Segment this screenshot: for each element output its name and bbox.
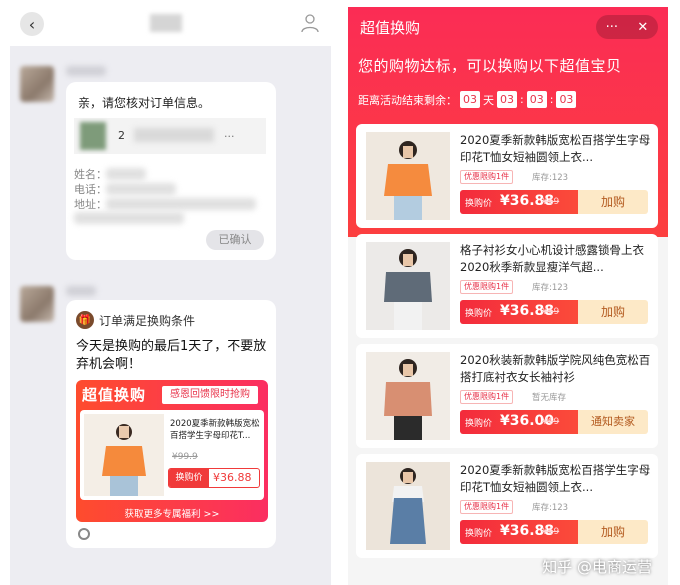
card-price-value: ¥36.88 bbox=[213, 471, 252, 484]
old-price: ¥69 bbox=[542, 307, 560, 317]
gift-icon: 🎁 bbox=[76, 311, 94, 329]
product-number: 2 bbox=[118, 129, 125, 142]
order-confirm-bubble: 亲，请您核对订单信息。 2 ... 姓名： 电话： 地址： 已确认 bbox=[66, 82, 276, 260]
stock-text: 库存:123 bbox=[532, 503, 569, 513]
countdown-day-unit: 天 bbox=[483, 93, 494, 107]
old-price: ¥69 bbox=[542, 197, 560, 207]
countdown-days: 03 bbox=[460, 91, 480, 108]
list-item[interactable]: 2020秋装新款韩版学院风纯色宽松百搭打底衬衣女长袖衬衫 优惠限购1件 暂无库存… bbox=[356, 344, 658, 448]
user-icon[interactable] bbox=[299, 12, 321, 34]
order-product-row[interactable]: 2 ... bbox=[74, 118, 266, 154]
close-icon[interactable]: ✕ bbox=[637, 20, 648, 35]
card-price-label: 换购价 bbox=[169, 469, 209, 487]
card-title: 超值换购 bbox=[82, 386, 147, 404]
offer-card[interactable]: 超值换购 感恩回馈限时抢购 2020夏季新款韩版宽松百搭学生字母印花T... ¥… bbox=[76, 380, 268, 522]
card-product[interactable]: 2020夏季新款韩版宽松百搭学生字母印花T... ¥99.9 换购价 ¥36.8… bbox=[80, 410, 264, 500]
card-product-name: 2020夏季新款韩版宽松百搭学生字母印花T... bbox=[170, 419, 260, 441]
product-thumbnail bbox=[80, 122, 106, 150]
promo-subtitle: 您的购物达标，可以换购以下超值宝贝 bbox=[358, 57, 622, 75]
card-footer-link[interactable]: 获取更多专属福利 >> bbox=[76, 506, 268, 520]
label-name: 姓名： bbox=[74, 168, 107, 181]
countdown-hours: 03 bbox=[497, 91, 517, 108]
chat-header: ‹ bbox=[10, 0, 331, 46]
product-name: 格子衬衫女小心机设计感露锁骨上衣2020秋季新款显瘦洋气超... bbox=[460, 243, 644, 274]
countdown-sep: : bbox=[520, 93, 524, 106]
promo-title: 超值换购 bbox=[360, 19, 421, 37]
product-image bbox=[366, 242, 450, 330]
add-button[interactable]: 加购 bbox=[578, 300, 648, 324]
list-item[interactable]: 2020夏季新款韩版宽松百搭学生字母印花T恤女短袖圆领上衣... 优惠限购1件 … bbox=[356, 124, 658, 228]
old-price: ¥69 bbox=[542, 527, 560, 537]
back-button[interactable]: ‹ bbox=[20, 12, 44, 36]
countdown-prefix: 距离活动结束剩余： bbox=[358, 93, 457, 107]
price-label: 换购价 bbox=[465, 309, 493, 319]
address-value-blurred bbox=[106, 198, 256, 210]
avatar[interactable] bbox=[20, 286, 54, 322]
old-price: ¥69 bbox=[542, 417, 560, 427]
price-label: 换购价 bbox=[465, 529, 493, 539]
price-bar: 换购价 ¥36.88 ¥69 加购 bbox=[460, 300, 648, 324]
promo-panel: 超值换购 ··· ✕ 您的购物达标，可以换购以下超值宝贝 距离活动结束剩余： 0… bbox=[348, 7, 668, 585]
stock-text: 暂无库存 bbox=[532, 393, 567, 403]
product-name: 2020夏季新款韩版宽松百搭学生字母印花T恤女短袖圆领上衣... bbox=[460, 133, 651, 164]
more-icon[interactable]: ··· bbox=[606, 20, 618, 35]
card-price-box: 换购价 ¥36.88 bbox=[168, 468, 260, 488]
countdown-seconds: 03 bbox=[556, 91, 577, 108]
offer-header: 🎁 订单满足换购条件 bbox=[76, 310, 195, 330]
list-item[interactable]: 格子衬衫女小心机设计感露锁骨上衣2020秋季新款显瘦洋气超... 优惠限购1件 … bbox=[356, 234, 658, 338]
product-name-blurred bbox=[134, 128, 214, 142]
offer-message: 今天是换购的最后1天了，不要放弃机会啊！ bbox=[76, 339, 267, 372]
stock-text: 库存:123 bbox=[532, 283, 569, 293]
list-item[interactable]: 2020夏季新款韩版宽松百搭学生字母印花T恤女短袖圆领上衣... 优惠限购1件 … bbox=[356, 454, 658, 558]
sender-name-blurred bbox=[66, 66, 106, 76]
chat-panel: ‹ 亲，请您核对订单信息。 2 ... 姓名： 电话： 地址： 已确认 🎁 订单… bbox=[10, 0, 331, 585]
countdown: 距离活动结束剩余： 03 天 03 : 03 : 03 bbox=[358, 91, 579, 108]
confirmed-button[interactable]: 已确认 bbox=[206, 230, 264, 250]
product-ellipsis: ... bbox=[224, 127, 235, 140]
chevron-left-icon: ‹ bbox=[28, 14, 36, 34]
stock-text: 库存:123 bbox=[532, 173, 569, 183]
price-bar: 换购价 ¥36.88 ¥69 加购 bbox=[460, 520, 648, 544]
price-label: 换购价 bbox=[465, 419, 493, 429]
offer-header-text: 订单满足换购条件 bbox=[99, 313, 196, 328]
add-button[interactable]: 加购 bbox=[578, 520, 648, 544]
mini-program-capsule: ··· ✕ bbox=[596, 15, 658, 39]
label-address: 地址： bbox=[74, 198, 107, 211]
phone-value-blurred bbox=[106, 183, 176, 195]
product-name: 2020秋装新款韩版学院风纯色宽松百搭打底衬衣女长袖衬衫 bbox=[460, 353, 651, 384]
sender-name-blurred bbox=[66, 286, 96, 296]
name-value-blurred bbox=[106, 168, 146, 180]
product-image bbox=[366, 352, 450, 440]
price-bar: 换购价 ¥36.88 ¥69 加购 bbox=[460, 190, 648, 214]
label-phone: 电话： bbox=[74, 183, 107, 196]
price-label: 换购价 bbox=[465, 199, 493, 209]
notify-seller-button[interactable]: 通知卖家 bbox=[578, 410, 648, 434]
chat-title-blurred bbox=[150, 14, 182, 32]
product-image bbox=[366, 132, 450, 220]
radio-icon[interactable] bbox=[78, 528, 90, 540]
limit-tag: 优惠限购1件 bbox=[460, 170, 514, 184]
card-tag: 感恩回馈限时抢购 bbox=[162, 386, 258, 404]
card-old-price: ¥99.9 bbox=[172, 452, 198, 462]
limit-tag: 优惠限购1件 bbox=[460, 500, 514, 514]
limit-tag: 优惠限购1件 bbox=[460, 280, 514, 294]
order-greeting: 亲，请您核对订单信息。 bbox=[78, 96, 211, 110]
product-name: 2020夏季新款韩版宽松百搭学生字母印花T恤女短袖圆领上衣... bbox=[460, 463, 651, 494]
product-image bbox=[84, 414, 164, 496]
countdown-minutes: 03 bbox=[526, 91, 547, 108]
avatar[interactable] bbox=[20, 66, 54, 102]
offer-bubble: 🎁 订单满足换购条件 今天是换购的最后1天了，不要放弃机会啊！ 超值换购 感恩回… bbox=[66, 300, 276, 548]
countdown-sep: : bbox=[549, 93, 554, 106]
watermark: 知乎 @电商运营 bbox=[542, 558, 652, 576]
address-value-blurred-2 bbox=[74, 212, 184, 224]
product-image bbox=[366, 462, 450, 550]
limit-tag: 优惠限购1件 bbox=[460, 390, 514, 404]
price-bar: 换购价 ¥36.00 ¥69 通知卖家 bbox=[460, 410, 648, 434]
add-button[interactable]: 加购 bbox=[578, 190, 648, 214]
